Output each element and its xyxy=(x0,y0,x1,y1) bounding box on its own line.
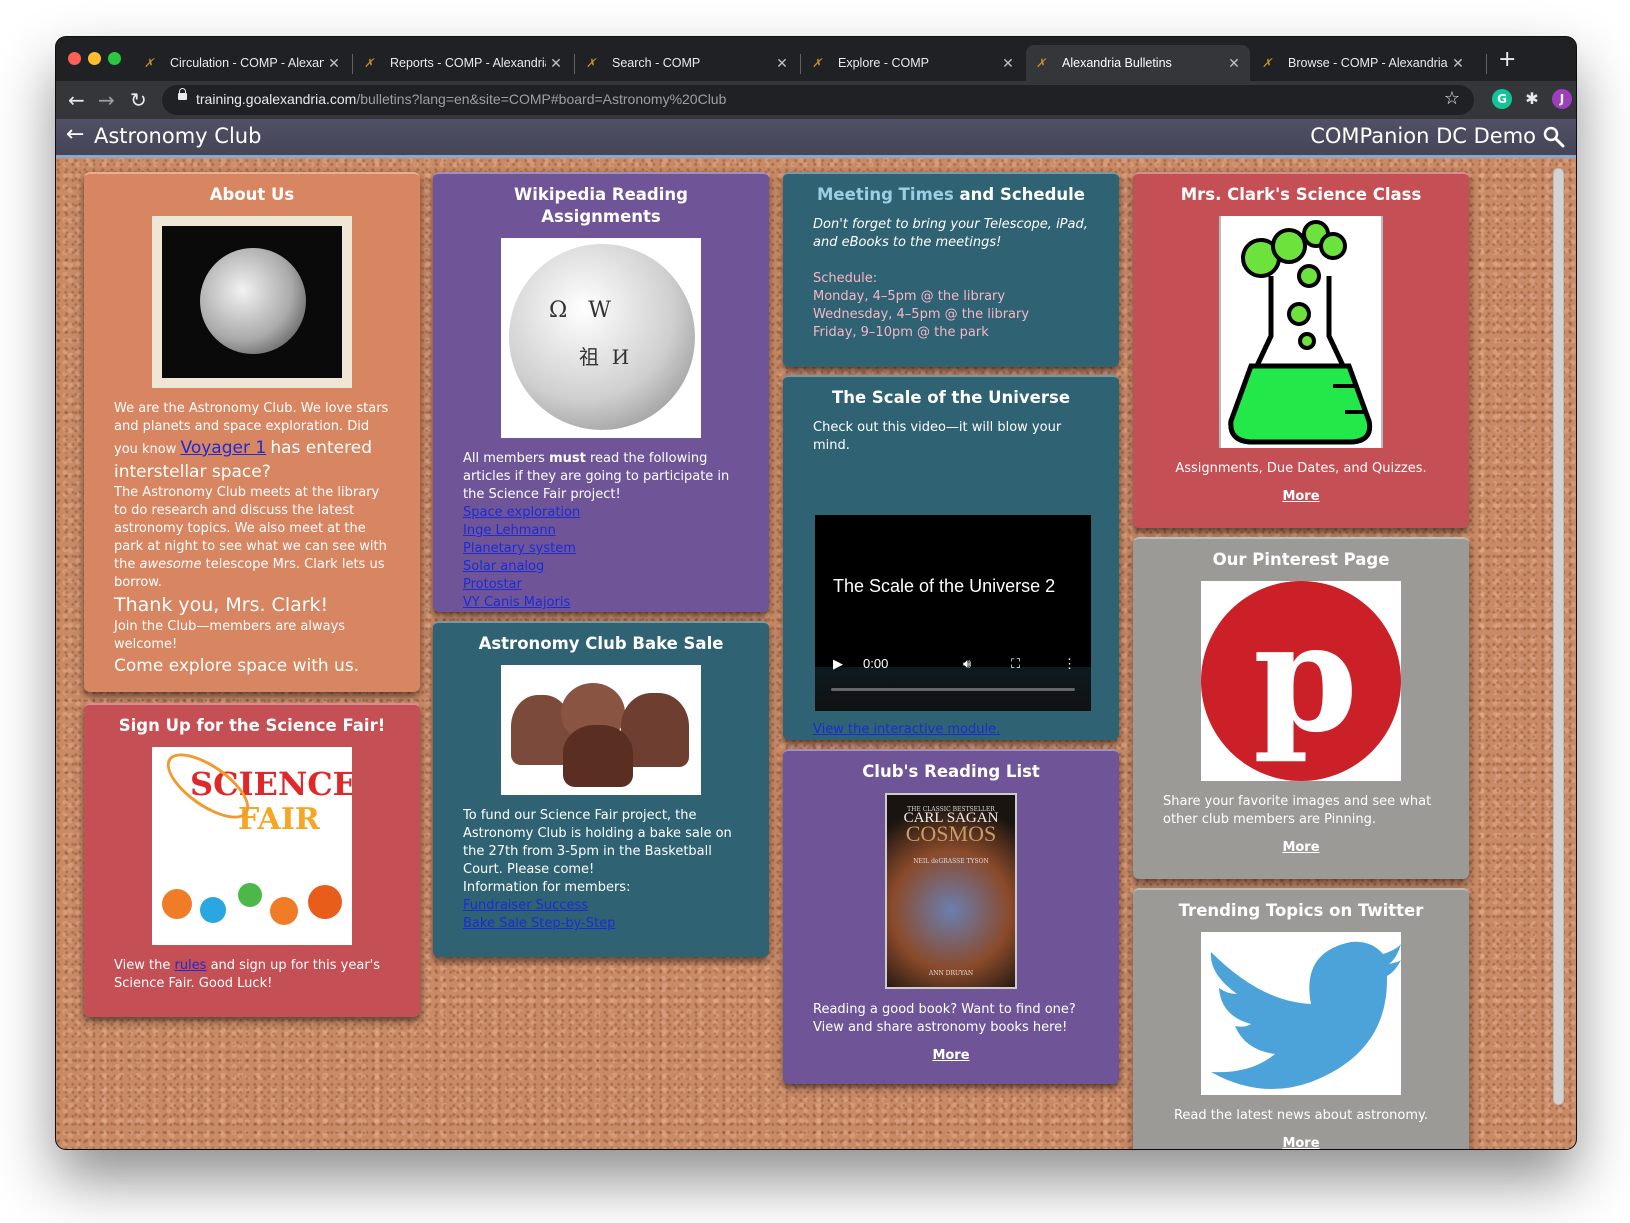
alexandria-favicon-icon: ✗ xyxy=(144,56,155,70)
close-tab-icon[interactable]: ✕ xyxy=(998,55,1018,72)
profile-avatar[interactable]: J xyxy=(1552,89,1572,109)
card-science-fair-signup: Sign Up for the Science Fair! SCIENCE FA… xyxy=(84,703,420,1017)
more-link[interactable]: More xyxy=(1163,488,1439,506)
back-arrow-icon[interactable]: ← xyxy=(66,122,84,147)
card-reading-list: Club's Reading List THE CLASSIC BESTSELL… xyxy=(783,749,1119,1084)
link-protostar[interactable]: Protostar xyxy=(463,576,739,594)
browser-window: ✗ Circulation - COMP - Alexandria ✕ ✗ Re… xyxy=(56,37,1576,1149)
tab-reports[interactable]: ✗ Reports - COMP - Alexandria ✕ xyxy=(354,45,572,81)
card-scale-universe: The Scale of the Universe Check out this… xyxy=(783,375,1119,740)
link-fundraiser-success[interactable]: Fundraiser Success xyxy=(463,897,739,915)
card-science-class: Mrs. Clark's Science Class Assignments, … xyxy=(1133,172,1469,528)
zoom-window-button[interactable] xyxy=(108,52,121,65)
flask-image xyxy=(1219,216,1383,448)
tab-alexandria-bulletins[interactable]: ✗ Alexandria Bulletins ✕ xyxy=(1026,45,1250,81)
tab-explore[interactable]: ✗ Explore - COMP ✕ xyxy=(802,45,1024,81)
rules-link[interactable]: rules xyxy=(174,958,206,973)
video-title: The Scale of the Universe 2 xyxy=(833,576,1056,596)
address-bar[interactable]: training.goalexandria.com/bulletins?lang… xyxy=(162,85,1474,115)
link-bake-sale-steps[interactable]: Bake Sale Step-by-Step xyxy=(463,915,739,933)
link-planetary-system[interactable]: Planetary system xyxy=(463,540,739,558)
minimize-window-button[interactable] xyxy=(88,52,101,65)
alexandria-favicon-icon: ✗ xyxy=(1036,56,1047,70)
fullscreen-icon[interactable]: ⛶ xyxy=(1011,655,1020,673)
alexandria-favicon-icon: ✗ xyxy=(1262,56,1273,70)
close-tab-icon[interactable]: ✕ xyxy=(324,55,344,72)
close-tab-icon[interactable]: ✕ xyxy=(772,55,792,72)
science-fair-image: SCIENCE FAIR xyxy=(152,747,352,945)
forward-arrow-icon[interactable]: → xyxy=(98,87,115,113)
video-progress-bar[interactable] xyxy=(831,688,1075,691)
card-wikipedia-reading: Wikipedia Reading Assignments Ω W 祖 И Al… xyxy=(433,172,769,612)
bulletin-board: About Us We are the Astronomy Club. We l… xyxy=(56,158,1576,1149)
link-solar-analog[interactable]: Solar analog xyxy=(463,558,739,576)
twitter-bird-logo xyxy=(1201,932,1401,1095)
back-arrow-icon[interactable]: ← xyxy=(68,87,85,113)
tab-circulation[interactable]: ✗ Circulation - COMP - Alexandria ✕ xyxy=(134,45,350,81)
card-title: Meeting Times and Schedule xyxy=(817,185,1085,204)
card-bake-sale: Astronomy Club Bake Sale To fund our Sci… xyxy=(433,621,769,957)
search-icon[interactable] xyxy=(1542,125,1566,149)
card-pinterest: Our Pinterest Page p Share your favorite… xyxy=(1133,537,1469,879)
cupcakes-image xyxy=(501,665,701,795)
card-title: Astronomy Club Bake Sale xyxy=(478,634,724,653)
tab-browse[interactable]: ✗ Browse - COMP - Alexandria ✕ xyxy=(1252,45,1474,81)
url-text[interactable]: training.goalexandria.com/bulletins?lang… xyxy=(196,91,726,107)
card-title: Mrs. Clark's Science Class xyxy=(1180,185,1422,204)
moon-image xyxy=(152,216,352,388)
card-title: The Scale of the Universe xyxy=(831,388,1071,407)
alexandria-favicon-icon: ✗ xyxy=(586,56,597,70)
close-tab-icon[interactable]: ✕ xyxy=(1448,55,1468,72)
video-player[interactable]: The Scale of the Universe 2 ▶ 0:00 🔊︎ ⛶ … xyxy=(815,515,1091,711)
app-header: ← Astronomy Club COMPanion DC Demo xyxy=(56,119,1576,158)
browser-toolbar: ← → ↻ training.goalexandria.com/bulletin… xyxy=(56,81,1576,119)
lock-icon xyxy=(178,88,187,100)
more-link[interactable]: More xyxy=(1163,839,1439,857)
alexandria-favicon-icon: ✗ xyxy=(364,56,375,70)
card-title: Club's Reading List xyxy=(862,762,1040,781)
play-icon[interactable]: ▶ xyxy=(833,655,843,673)
grammarly-extension-icon[interactable]: G xyxy=(1492,89,1512,109)
voyager-1-link[interactable]: Voyager 1 xyxy=(181,438,267,458)
site-name: COMPanion DC Demo xyxy=(1310,124,1536,148)
card-title: Our Pinterest Page xyxy=(1212,550,1390,569)
video-time: 0:00 xyxy=(863,656,889,671)
link-space-exploration[interactable]: Space exploration xyxy=(463,504,739,522)
card-about-us: About Us We are the Astronomy Club. We l… xyxy=(84,172,420,692)
vertical-scrollbar[interactable] xyxy=(1553,168,1564,1105)
card-title: About Us xyxy=(209,185,295,204)
more-link[interactable]: More xyxy=(1163,1135,1439,1149)
card-title: Trending Topics on Twitter xyxy=(1178,901,1424,920)
link-inge-lehmann[interactable]: Inge Lehmann xyxy=(463,522,739,540)
close-tab-icon[interactable]: ✕ xyxy=(546,55,566,72)
volume-icon[interactable]: 🔊︎ xyxy=(963,655,971,673)
reload-icon[interactable]: ↻ xyxy=(130,87,147,113)
tab-search[interactable]: ✗ Search - COMP ✕ xyxy=(576,45,798,81)
close-tab-icon[interactable]: ✕ xyxy=(1224,55,1244,72)
card-title: Sign Up for the Science Fair! xyxy=(118,716,386,735)
card-meeting-times: Meeting Times and Schedule Don't forget … xyxy=(783,172,1119,367)
thanks-text: Thank you, Mrs. Clark! xyxy=(114,594,329,616)
close-window-button[interactable] xyxy=(68,52,81,65)
new-tab-button[interactable]: + xyxy=(1498,49,1516,71)
card-twitter: Trending Topics on Twitter Read the late… xyxy=(1133,888,1469,1149)
alexandria-favicon-icon: ✗ xyxy=(812,56,823,70)
extensions-puzzle-icon[interactable]: ✱ xyxy=(1522,89,1542,109)
cosmos-book-cover: THE CLASSIC BESTSELLER CARL SAGAN COSMOS… xyxy=(885,793,1017,989)
tab-strip: ✗ Circulation - COMP - Alexandria ✕ ✗ Re… xyxy=(56,37,1576,81)
bookmark-star-icon[interactable]: ☆ xyxy=(1444,88,1460,109)
more-link[interactable]: More xyxy=(813,1047,1089,1065)
link-vy-canis-majoris[interactable]: VY Canis Majoris xyxy=(463,594,739,612)
wikipedia-globe-image: Ω W 祖 И xyxy=(501,238,701,438)
card-title: Wikipedia Reading Assignments xyxy=(514,185,688,226)
board-title: Astronomy Club xyxy=(94,124,262,148)
pinterest-logo: p xyxy=(1201,581,1401,781)
video-more-icon[interactable]: ⋮ xyxy=(1063,655,1076,673)
interactive-module-link[interactable]: View the interactive module. xyxy=(813,722,1000,737)
